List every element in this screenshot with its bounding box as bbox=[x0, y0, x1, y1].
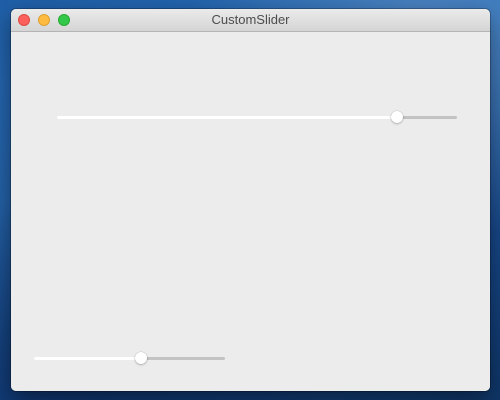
window-content bbox=[11, 32, 490, 391]
slider-thumb[interactable] bbox=[134, 352, 147, 364]
slider-bottom[interactable] bbox=[34, 351, 225, 365]
title-bar[interactable]: CustomSlider bbox=[11, 9, 490, 32]
slider-fill bbox=[57, 116, 397, 119]
slider-fill bbox=[34, 357, 141, 360]
window-title: CustomSlider bbox=[211, 12, 290, 27]
slider-thumb[interactable] bbox=[391, 111, 403, 123]
slider-top[interactable] bbox=[57, 110, 457, 124]
app-window: CustomSlider bbox=[11, 9, 490, 391]
